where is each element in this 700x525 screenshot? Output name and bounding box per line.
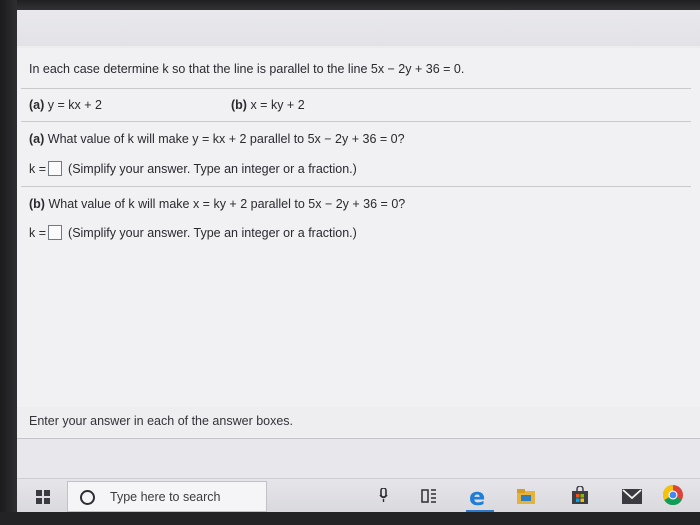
part-b-given: (b) x = ky + 2 (231, 98, 305, 112)
answer-b-input[interactable] (48, 225, 63, 240)
answer-b-hint: (Simplify your answer. Type an integer o… (68, 225, 357, 240)
question-b-text: What value of k will make x = ky + 2 par… (48, 197, 406, 211)
divider-intro (21, 88, 691, 89)
question-b: (b) What value of k will make x = ky + 2… (29, 197, 405, 211)
windows-start-icon[interactable] (36, 490, 50, 504)
monitor-bezel-left (0, 0, 17, 525)
search-icon (80, 490, 95, 505)
screen: In each case determine k so that the lin… (17, 10, 700, 513)
part-a-label: (a) (29, 98, 45, 112)
question-a-label: (a) (29, 132, 45, 146)
answer-b-prefix: k = (29, 225, 47, 240)
question-b-label: (b) (29, 197, 45, 211)
problem-intro: In each case determine k so that the lin… (29, 62, 465, 76)
taskbar: Type here to search e (17, 478, 700, 513)
answer-a-prefix: k = (29, 161, 47, 176)
window-top-strip (17, 10, 700, 46)
file-explorer-icon[interactable] (517, 489, 535, 504)
divider-a (21, 186, 691, 187)
mail-icon[interactable] (622, 489, 642, 504)
chrome-icon[interactable] (662, 484, 683, 506)
answer-a-hint: (Simplify your answer. Type an integer o… (68, 161, 357, 176)
instruction-bar: Enter your answer in each of the answer … (17, 407, 700, 437)
lower-panel (17, 439, 700, 479)
question-a-text: What value of k will make y = kx + 2 par… (47, 132, 405, 146)
search-placeholder: Type here to search (110, 490, 221, 504)
taskbar-search-box[interactable]: Type here to search (67, 481, 267, 512)
store-icon[interactable] (571, 485, 589, 504)
answer-a-input[interactable] (48, 161, 63, 176)
monitor-bezel-bottom (0, 512, 700, 525)
part-b-label: (b) (231, 98, 247, 112)
answer-b-row: k = (Simplify your answer. Type an integ… (29, 225, 357, 240)
question-panel: In each case determine k so that the lin… (17, 48, 700, 441)
part-a-given: (a) y = kx + 2 (29, 98, 102, 112)
microphone-icon[interactable] (379, 487, 388, 503)
question-a: (a) What value of k will make y = kx + 2… (29, 132, 405, 146)
divider-parts (21, 121, 691, 122)
instruction-text: Enter your answer in each of the answer … (29, 414, 294, 428)
answer-a-row: k = (Simplify your answer. Type an integ… (29, 161, 357, 176)
edge-icon[interactable]: e (469, 483, 485, 511)
part-b-equation: x = ky + 2 (250, 98, 305, 112)
part-a-equation: y = kx + 2 (47, 98, 102, 112)
task-view-icon[interactable] (421, 488, 437, 508)
